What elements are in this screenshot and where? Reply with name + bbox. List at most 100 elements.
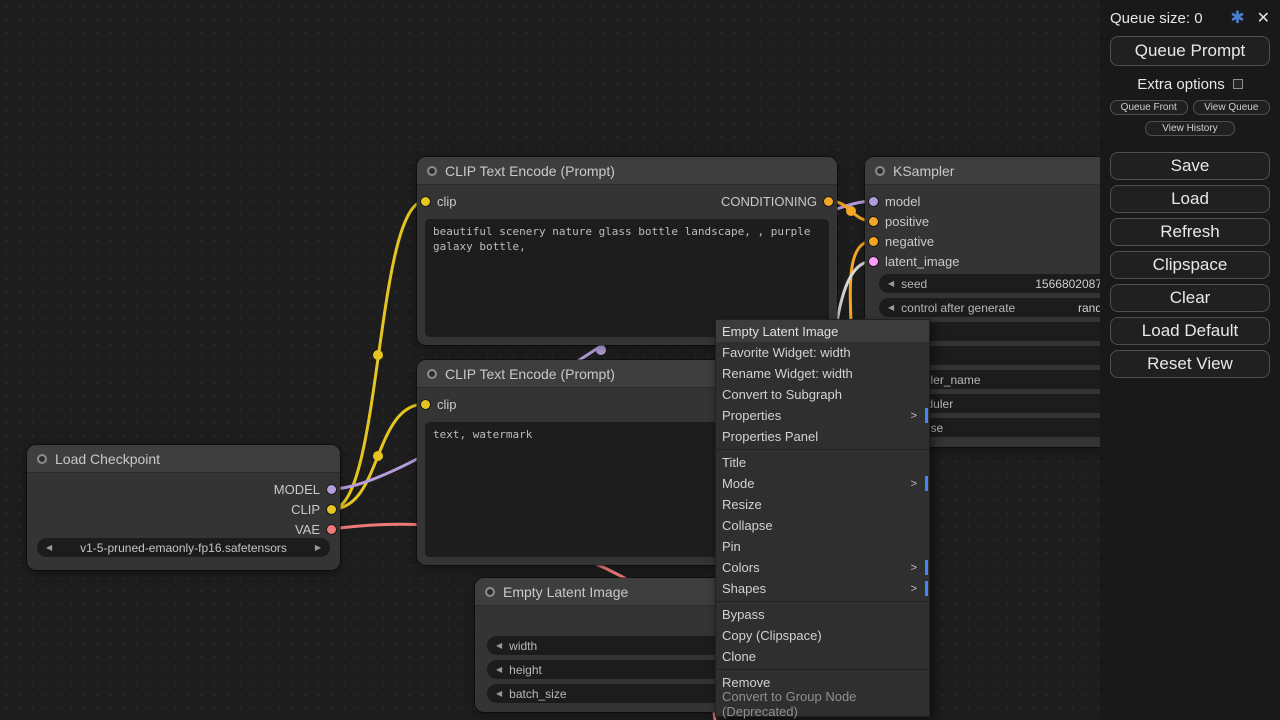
slot-label: positive <box>885 214 929 229</box>
menu-item-bypass[interactable]: Bypass <box>716 604 929 625</box>
load-button[interactable]: Load <box>1110 185 1270 213</box>
collapse-dot-icon[interactable] <box>427 166 437 176</box>
slot-label: CLIP <box>291 502 320 517</box>
menu-item-properties-panel[interactable]: Properties Panel <box>716 426 929 447</box>
node-context-menu: Empty Latent Image Favorite Widget: widt… <box>715 319 930 717</box>
slot-label: clip <box>437 397 457 412</box>
seed-widget[interactable]: ◀ seed 1566802087 <box>879 274 1111 293</box>
menu-item-copy-clipspace[interactable]: Copy (Clipspace) <box>716 625 929 646</box>
menu-item-title[interactable]: Title <box>716 452 929 473</box>
clear-button[interactable]: Clear <box>1110 284 1270 312</box>
widget-label: batch_size <box>509 687 566 701</box>
widget-label: control after generate <box>901 301 1015 315</box>
left-arrow-icon[interactable]: ◀ <box>496 642 502 650</box>
collapse-dot-icon[interactable] <box>485 587 495 597</box>
conditioning-input-dot[interactable] <box>869 217 878 226</box>
node-title: Empty Latent Image <box>503 584 628 600</box>
menu-item-mode[interactable]: Mode > <box>716 473 929 494</box>
clipspace-button[interactable]: Clipspace <box>1110 251 1270 279</box>
clip-input-dot[interactable] <box>421 400 430 409</box>
menu-item-convert-to-subgraph[interactable]: Convert to Subgraph <box>716 384 929 405</box>
model-output-dot[interactable] <box>327 485 336 494</box>
save-button[interactable]: Save <box>1110 152 1270 180</box>
extra-options-checkbox[interactable] <box>1233 79 1243 89</box>
submenu-arrow-icon: > <box>911 478 917 490</box>
node-header[interactable]: Load Checkpoint <box>27 445 340 473</box>
latent-input-dot[interactable] <box>869 257 878 266</box>
submenu-bar-icon <box>925 581 928 596</box>
submenu-bar-icon <box>925 408 928 423</box>
wire-midpoint-dot <box>846 206 856 216</box>
queue-front-button[interactable]: Queue Front <box>1110 100 1188 115</box>
reset-view-button[interactable]: Reset View <box>1110 350 1270 378</box>
submenu-arrow-icon: > <box>911 583 917 595</box>
model-input-dot[interactable] <box>869 197 878 206</box>
node-title: KSampler <box>893 163 954 179</box>
clip-input-dot[interactable] <box>421 197 430 206</box>
load-default-button[interactable]: Load Default <box>1110 317 1270 345</box>
menu-item-colors[interactable]: Colors > <box>716 557 929 578</box>
input-slot-clip: clip <box>421 397 457 411</box>
collapse-dot-icon[interactable] <box>427 369 437 379</box>
left-arrow-icon[interactable]: ◀ <box>46 544 52 552</box>
menu-item-rename-widget[interactable]: Rename Widget: width <box>716 363 929 384</box>
node-title: CLIP Text Encode (Prompt) <box>445 163 615 179</box>
queue-sidebar: Queue size: 0 ✱ ✕ Queue Prompt Extra opt… <box>1100 0 1280 720</box>
conditioning-output-dot[interactable] <box>824 197 833 206</box>
settings-gear-icon[interactable]: ✱ <box>1230 8 1244 28</box>
left-arrow-icon[interactable]: ◀ <box>496 690 502 698</box>
slot-label: latent_image <box>885 254 959 269</box>
widget-label: height <box>509 663 542 677</box>
left-arrow-icon[interactable]: ◀ <box>496 666 502 674</box>
menu-item-resize[interactable]: Resize <box>716 494 929 515</box>
view-queue-button[interactable]: View Queue <box>1193 100 1271 115</box>
slot-label: CONDITIONING <box>721 194 817 209</box>
menu-item-convert-to-group-node[interactable]: Convert to Group Node (Deprecated) <box>716 693 929 714</box>
input-slot-negative: negative <box>869 234 934 248</box>
slot-label: MODEL <box>274 482 320 497</box>
left-arrow-icon[interactable]: ◀ <box>888 280 894 288</box>
input-slot-model: model <box>869 194 920 208</box>
node-load-checkpoint[interactable]: Load Checkpoint MODEL CLIP VAE ◀ v1-5-pr… <box>27 445 340 570</box>
control-after-generate-widget[interactable]: ◀ control after generate rand <box>879 298 1111 317</box>
slot-label: clip <box>437 194 457 209</box>
left-arrow-icon[interactable]: ◀ <box>888 304 894 312</box>
view-history-button[interactable]: View History <box>1145 121 1235 136</box>
menu-separator <box>716 669 929 670</box>
output-slot-clip: CLIP <box>291 502 336 516</box>
queue-size-label: Queue size: 0 <box>1110 10 1203 27</box>
menu-separator <box>716 449 929 450</box>
collapse-dot-icon[interactable] <box>875 166 885 176</box>
refresh-button[interactable]: Refresh <box>1110 218 1270 246</box>
widget-value: 1566802087 <box>1035 277 1102 291</box>
vae-output-dot[interactable] <box>327 525 336 534</box>
submenu-bar-icon <box>925 476 928 491</box>
node-title: Load Checkpoint <box>55 451 160 467</box>
submenu-bar-icon <box>925 560 928 575</box>
menu-item-properties[interactable]: Properties > <box>716 405 929 426</box>
close-icon[interactable]: ✕ <box>1257 8 1270 28</box>
node-clip-text-encode-positive[interactable]: CLIP Text Encode (Prompt) clip CONDITION… <box>417 157 837 345</box>
ckpt-name-widget[interactable]: ◀ v1-5-pruned-emaonly-fp16.safetensors ▶ <box>37 538 330 557</box>
slot-label: model <box>885 194 920 209</box>
conditioning-input-dot[interactable] <box>869 237 878 246</box>
queue-prompt-button[interactable]: Queue Prompt <box>1110 36 1270 66</box>
menu-item-clone[interactable]: Clone <box>716 646 929 667</box>
ckpt-name-value: v1-5-pruned-emaonly-fp16.safetensors <box>59 541 308 555</box>
menu-item-collapse[interactable]: Collapse <box>716 515 929 536</box>
extra-options-label: Extra options <box>1137 76 1225 93</box>
submenu-arrow-icon: > <box>911 562 917 574</box>
slot-label: negative <box>885 234 934 249</box>
node-header[interactable]: CLIP Text Encode (Prompt) <box>417 157 837 185</box>
submenu-arrow-icon: > <box>911 410 917 422</box>
menu-item-pin[interactable]: Pin <box>716 536 929 557</box>
clip-output-dot[interactable] <box>327 505 336 514</box>
menu-item-favorite-widget[interactable]: Favorite Widget: width <box>716 342 929 363</box>
output-slot-vae: VAE <box>295 522 336 536</box>
input-slot-positive: positive <box>869 214 929 228</box>
right-arrow-icon[interactable]: ▶ <box>315 544 321 552</box>
output-slot-conditioning: CONDITIONING <box>721 194 833 208</box>
node-header[interactable]: KSampler <box>865 157 1125 185</box>
menu-item-shapes[interactable]: Shapes > <box>716 578 929 599</box>
collapse-dot-icon[interactable] <box>37 454 47 464</box>
